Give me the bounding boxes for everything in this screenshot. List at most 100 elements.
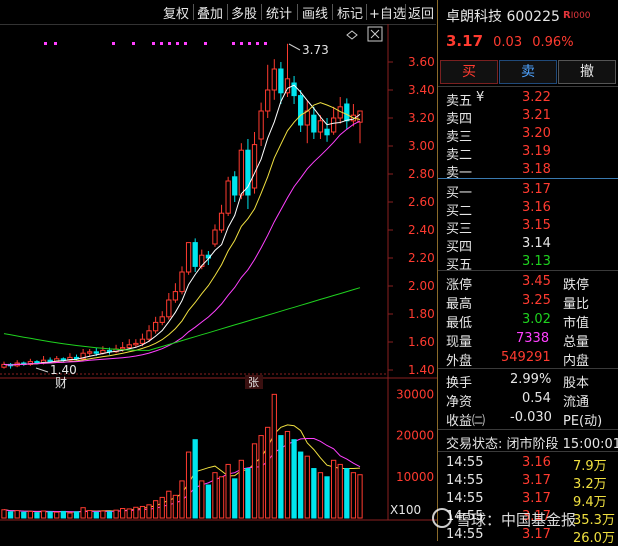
volume-bar xyxy=(27,510,34,519)
candle-body xyxy=(146,330,152,340)
volume-bar xyxy=(298,451,304,519)
volume-tick-label: 20000 xyxy=(396,429,434,443)
eps-value: -0.030 xyxy=(510,410,552,425)
add-watchlist-button[interactable]: +自选 xyxy=(369,3,406,22)
sell-button[interactable]: 卖 xyxy=(499,60,557,84)
event-dot xyxy=(44,42,47,45)
tick-price: 3.17 xyxy=(522,491,551,506)
price-tick-label: 2.80 xyxy=(408,167,435,181)
bid-row[interactable]: 买一 3.17 xyxy=(438,181,618,201)
finance-marker[interactable]: 财 xyxy=(55,376,67,390)
ask-row[interactable]: 卖五 ¥3.22 xyxy=(438,89,618,109)
price-change-pct: 0.96% xyxy=(532,35,574,50)
event-dot xyxy=(248,42,251,45)
kline-chart[interactable]: 3.60 3.40 3.20 3.00 2.80 2.60 2.40 2.20 2.00 1.80… xyxy=(0,24,437,541)
toolbar-divider xyxy=(227,4,228,20)
volume-bar xyxy=(251,443,258,519)
restore-rights-button[interactable]: 复权 xyxy=(163,3,189,22)
event-dot xyxy=(240,42,243,45)
ma60-line xyxy=(3,287,361,351)
outer-label: 外盘 xyxy=(446,354,473,369)
volume-bar xyxy=(330,459,337,519)
event-dot xyxy=(204,42,207,45)
volume-bar xyxy=(205,484,212,519)
back-button[interactable]: 返回 xyxy=(408,3,434,22)
ask-row-price: 3.19 xyxy=(522,144,551,159)
candle-body xyxy=(317,120,324,133)
statistics-button[interactable]: 统计 xyxy=(266,3,292,22)
tick-price: 3.17 xyxy=(522,473,551,488)
candle-body xyxy=(304,110,310,126)
buy-button[interactable]: 买 xyxy=(440,60,498,84)
volume-bar xyxy=(179,480,185,519)
candle-body xyxy=(126,344,132,349)
price-tick-label: 2.60 xyxy=(408,195,435,209)
volume-bar xyxy=(258,435,264,519)
ask-row-price: 3.20 xyxy=(522,126,551,141)
overlay-button[interactable]: 叠加 xyxy=(197,3,223,22)
multi-stock-button[interactable]: 多股 xyxy=(231,3,257,22)
volume-bar xyxy=(139,505,146,519)
ask-row[interactable]: 卖四 3.21 xyxy=(438,107,618,127)
draw-line-button[interactable]: 画线 xyxy=(302,3,328,22)
toolbar-divider xyxy=(261,4,262,20)
fund-row: 收益㈡ -0.030 PE(动) xyxy=(438,409,618,429)
volume-bar xyxy=(304,455,310,519)
tick-row: 14:55 3.17 3.2万 xyxy=(438,472,618,492)
stock-title: 卓朗科技 600225 xyxy=(446,6,560,26)
candle-body xyxy=(133,342,139,346)
volume-bar xyxy=(73,511,80,519)
volume-bar xyxy=(1,509,7,519)
ma5-line xyxy=(3,84,361,366)
volume-bar xyxy=(291,439,297,519)
candle-body xyxy=(298,95,304,126)
bid-row[interactable]: 买二 3.16 xyxy=(438,199,618,219)
event-dot xyxy=(232,42,235,45)
bid-row[interactable]: 买四 3.14 xyxy=(438,235,618,255)
volume-bar xyxy=(87,510,93,519)
tick-price: 3.16 xyxy=(522,455,551,470)
volume-bar xyxy=(120,508,126,519)
snowball-icon xyxy=(432,508,452,528)
low-label: 最低 xyxy=(446,316,473,331)
event-dot xyxy=(176,42,179,45)
margin-badge-letter: R xyxy=(563,10,571,21)
volume-bar xyxy=(146,504,152,519)
divider xyxy=(438,86,618,87)
volume-bar xyxy=(14,510,20,519)
max-price-label: 3.73 xyxy=(302,43,329,57)
ma10-line xyxy=(3,102,361,366)
vol-ratio-label: 量比 xyxy=(563,297,590,312)
candle-body xyxy=(93,351,99,354)
max-pointer xyxy=(288,43,301,51)
candle-body xyxy=(344,103,350,122)
cancel-order-button[interactable]: 撤 xyxy=(558,60,616,84)
candle-body xyxy=(218,212,225,231)
stat-row: 现量 7338 总量 xyxy=(438,330,618,350)
candle-body xyxy=(265,89,271,112)
volume-bar xyxy=(238,459,244,519)
tick-time: 14:55 xyxy=(446,455,484,470)
ask-row[interactable]: 卖三 3.20 xyxy=(438,125,618,145)
eps-label: 收益㈡ xyxy=(446,414,486,429)
candle-body xyxy=(120,347,126,350)
diamond-icon[interactable] xyxy=(346,30,358,40)
tick-time: 14:55 xyxy=(446,473,484,488)
limit-marker[interactable]: 张 xyxy=(248,376,259,389)
candle-body xyxy=(139,338,146,344)
limit-up-value: 3.45 xyxy=(522,274,551,289)
bid-row[interactable]: 买三 3.15 xyxy=(438,217,618,237)
margin-badge-code: I000 xyxy=(570,11,591,21)
price-tick-label: 1.80 xyxy=(408,307,435,321)
candle-body xyxy=(60,358,66,361)
price-row: 3.17 0.03 0.96% xyxy=(446,32,574,50)
volume-bar xyxy=(271,393,277,519)
candle-body xyxy=(47,359,53,363)
event-dot xyxy=(184,42,187,45)
ask-row[interactable]: 卖二 3.19 xyxy=(438,143,618,163)
stat-row: 最低 3.02 市值 xyxy=(438,311,618,331)
event-dot xyxy=(168,42,171,45)
watermark: 雪球：中国基金报 xyxy=(432,508,576,530)
close-icon[interactable] xyxy=(370,29,380,39)
mark-button[interactable]: 标记 xyxy=(337,3,363,22)
